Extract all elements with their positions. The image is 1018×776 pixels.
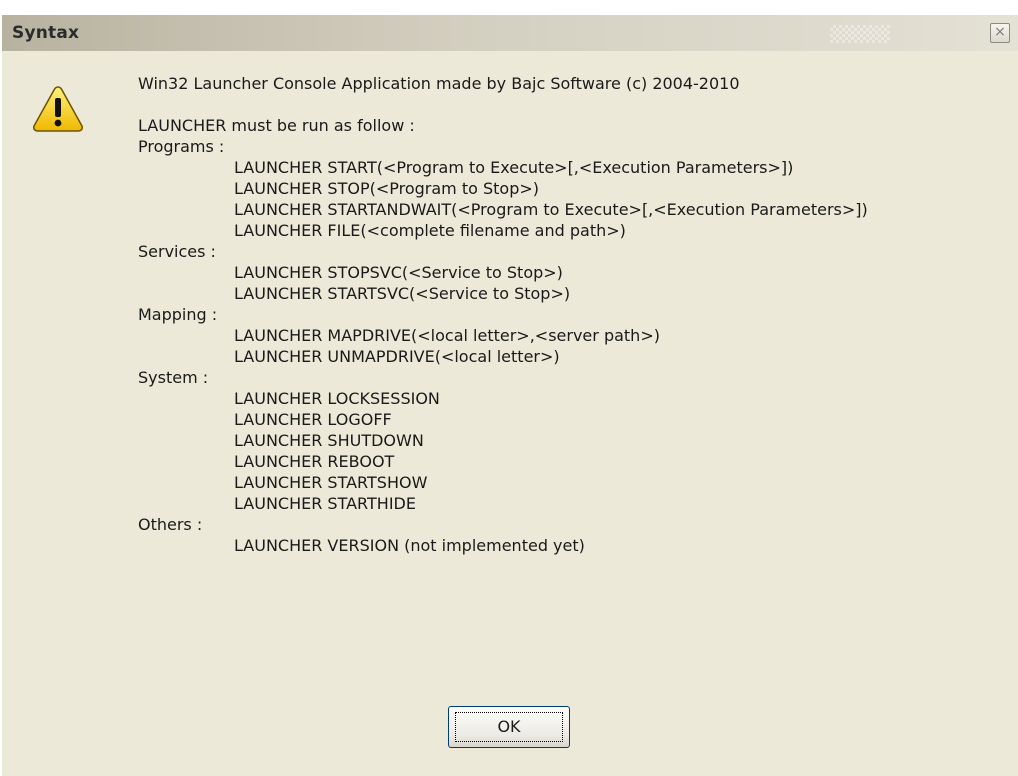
message-text: Win32 Launcher Console Application made … <box>138 73 998 556</box>
ok-button[interactable]: OK <box>448 706 570 748</box>
command-line: LAUNCHER LOGOFF <box>234 410 392 429</box>
command-line: LAUNCHER START(<Program to Execute>[,<Ex… <box>234 158 794 177</box>
command-line: LAUNCHER MAPDRIVE(<local letter>,<server… <box>234 326 660 345</box>
command-line: LAUNCHER VERSION (not implemented yet) <box>234 536 585 555</box>
warning-icon <box>32 85 84 133</box>
title-decoration <box>830 25 890 43</box>
title-strip <box>2 1 1018 15</box>
section-line: Others : <box>138 515 203 534</box>
command-line: LAUNCHER STARTANDWAIT(<Program to Execut… <box>234 200 868 219</box>
command-line: LAUNCHER LOCKSESSION <box>234 389 440 408</box>
command-line: LAUNCHER STOPSVC(<Service to Stop>) <box>234 263 563 282</box>
ok-button-label: OK <box>497 717 521 736</box>
command-line: LAUNCHER FILE(<complete filename and pat… <box>234 221 626 240</box>
command-line: LAUNCHER STARTSHOW <box>234 473 428 492</box>
section-line: Win32 Launcher Console Application made … <box>138 74 740 93</box>
section-line: Programs : <box>138 137 225 156</box>
close-icon: × <box>994 24 1006 40</box>
section-line: System : <box>138 368 209 387</box>
title-bar[interactable]: Syntax × <box>2 15 1018 51</box>
section-line: Mapping : <box>138 305 218 324</box>
command-line: LAUNCHER STARTHIDE <box>234 494 416 513</box>
command-line: LAUNCHER STOP(<Program to Stop>) <box>234 179 540 198</box>
command-line: LAUNCHER REBOOT <box>234 452 395 471</box>
dialog-title: Syntax <box>12 23 80 43</box>
close-button[interactable]: × <box>990 23 1010 43</box>
section-line: LAUNCHER must be run as follow : <box>138 116 415 135</box>
command-line: LAUNCHER UNMAPDRIVE(<local letter>) <box>234 347 560 366</box>
syntax-dialog: Syntax × Win32 Launcher Console Applicat… <box>0 0 1018 776</box>
section-line: Services : <box>138 242 216 261</box>
command-line: LAUNCHER SHUTDOWN <box>234 431 424 450</box>
command-line: LAUNCHER STARTSVC(<Service to Stop>) <box>234 284 571 303</box>
